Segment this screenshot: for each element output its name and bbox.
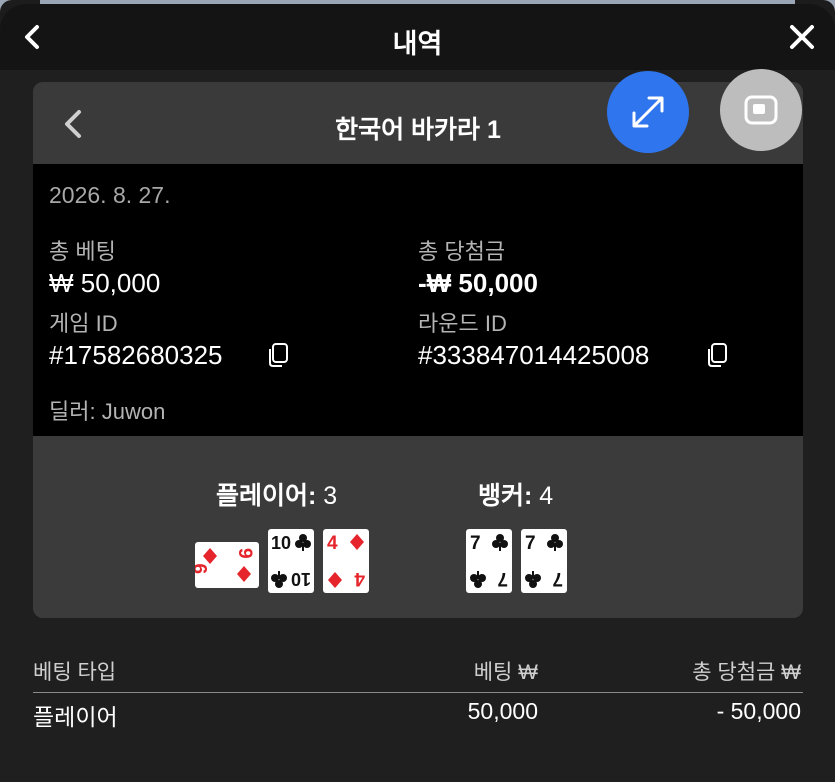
page-title: 내역 (392, 29, 443, 59)
table-divider (33, 692, 803, 693)
svg-text:9: 9 (195, 563, 212, 574)
svg-text:7: 7 (525, 533, 536, 554)
column-header-bet-amount: 베팅 ₩ (473, 661, 538, 684)
copy-game-id-button[interactable] (266, 342, 290, 368)
header-bar: 내역 (0, 4, 835, 70)
playing-card-player-2: 10 10 (268, 529, 314, 593)
playing-card-player-1: 9 9 (191, 542, 259, 588)
total-win-label: 총 당첨금 (418, 239, 506, 264)
club-suit-icon: 7 7 (525, 533, 563, 589)
table-cell-bet-type: 플레이어 (33, 704, 118, 730)
column-header-total-win: 총 당첨금 ₩ (692, 661, 801, 684)
game-id-value: #17582680325 (49, 340, 223, 370)
svg-text:7: 7 (497, 568, 508, 589)
svg-text:7: 7 (552, 568, 563, 589)
minimize-button[interactable] (720, 69, 802, 151)
svg-text:7: 7 (470, 533, 481, 554)
round-result-panel: 플레이어: 3 뱅커: 4 9 9 10 10 (33, 436, 803, 618)
banker-score: 4 (539, 482, 554, 510)
table-cell-bet-amount: 50,000 (467, 698, 538, 724)
close-button[interactable] (787, 22, 817, 52)
expand-button[interactable] (607, 71, 689, 153)
round-id-value: #333847014425008 (418, 340, 650, 370)
club-suit-icon: 7 7 (470, 533, 508, 589)
playing-card-player-3: 4 4 (323, 529, 369, 593)
total-bet-label: 총 베팅 (49, 239, 116, 264)
player-score-label: 플레이어: 3 (216, 482, 338, 510)
svg-text:4: 4 (354, 568, 365, 589)
copy-icon (708, 343, 727, 367)
minimize-window-icon (744, 95, 778, 125)
banker-score-label: 뱅커: 4 (478, 482, 554, 510)
player-score: 3 (323, 482, 338, 510)
copy-icon (269, 343, 288, 367)
round-id-label: 라운드 ID (418, 311, 507, 336)
playing-card-banker-1: 7 7 (466, 529, 512, 593)
total-bet-value: ₩ 50,000 (49, 268, 161, 298)
close-icon (790, 25, 814, 49)
game-date: 2026. 8. 27. (49, 182, 171, 208)
expand-arrows-icon (632, 96, 664, 128)
svg-text:4: 4 (327, 533, 338, 554)
playing-card-banker-2: 7 7 (521, 529, 567, 593)
copy-round-id-button[interactable] (705, 342, 729, 368)
club-suit-icon: 10 10 (271, 533, 311, 589)
total-win-value: -₩ 50,000 (418, 268, 538, 298)
column-header-bet-type: 베팅 타입 (33, 661, 117, 684)
svg-text:10: 10 (271, 533, 291, 553)
game-info-panel: 2026. 8. 27. 총 베팅 ₩ 50,000 총 당첨금 -₩ 50,0… (33, 164, 803, 436)
svg-text:9: 9 (234, 548, 255, 559)
diamond-suit-icon: 9 9 (191, 548, 255, 582)
dealer-name: 딜러: Juwon (49, 399, 166, 424)
game-history-card: 한국어 바카라 1 2026. 8. 27. 총 베팅 ₩ 50,000 총 당… (33, 82, 803, 618)
svg-text:10: 10 (291, 569, 311, 589)
table-cell-total-win: - 50,000 (716, 698, 801, 724)
diamond-suit-icon: 4 4 (327, 533, 365, 589)
game-id-label: 게임 ID (49, 311, 118, 336)
